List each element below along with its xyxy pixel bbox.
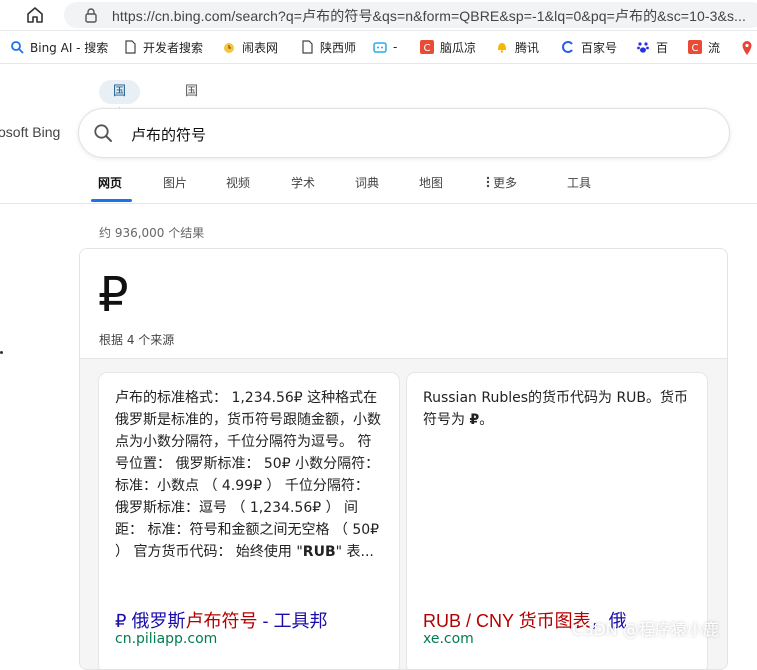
lock-icon[interactable] <box>84 7 98 23</box>
clock-icon <box>224 43 234 53</box>
watermark: CSDN @程序猿小鹿 <box>572 620 719 639</box>
bookmark-liu[interactable]: C 流 <box>688 38 720 56</box>
address-bar-area: https://cn.bing.com/search?q=卢布的符号&qs=n&… <box>0 0 757 31</box>
search-input[interactable]: 卢布的符号 <box>131 124 206 145</box>
left-edge-dot <box>0 351 3 354</box>
title-highlight: RUB / CNY 货币图表 <box>423 611 591 631</box>
source-snippet: 卢布的标准格式： 1,234.56₽ 这种格式在俄罗斯是标准的，货币符号跟随金额… <box>115 387 383 563</box>
document-icon <box>125 40 136 54</box>
baijiahao-icon <box>562 41 573 53</box>
snippet-bold: RUB <box>302 544 336 560</box>
bookmark-label: 百家号 <box>581 40 618 55</box>
bookmark-label: 脑瓜凉 <box>440 40 477 55</box>
map-pin-icon[interactable] <box>741 40 753 56</box>
tab-more[interactable]: 更多 <box>485 174 517 191</box>
tab-tools[interactable]: 工具 <box>567 174 591 191</box>
bookmark-label: 腾讯 <box>515 40 540 55</box>
source-snippet: Russian Rubles的货币代码为 RUB。货币符号为 ₽。 <box>423 387 691 431</box>
snippet-text: 卢布的标准格式： 1,234.56₽ 这种格式在俄罗斯是标准的，货币符号跟随金额… <box>115 390 381 560</box>
bookmark-baidu[interactable]: 百 <box>636 38 668 56</box>
bookmark-label: 开发者搜索 <box>143 40 204 55</box>
snippet-text: 。 <box>479 412 494 428</box>
baidu-paw-icon <box>637 42 649 53</box>
search-icon[interactable] <box>93 123 113 143</box>
url-text[interactable]: https://cn.bing.com/search?q=卢布的符号&qs=n&… <box>112 6 746 26</box>
title-prefix: ₽ 俄罗斯 <box>115 611 186 631</box>
tab-domestic[interactable]: 国内版 <box>99 80 141 147</box>
bookmark-label: Bing AI - 搜索 <box>30 40 109 55</box>
tab-more-label: 更多 <box>493 176 518 190</box>
search-nav: 网页 图片 视频 学术 词典 地图 更多 工具 <box>86 170 726 204</box>
tab-academic[interactable]: 学术 <box>291 174 315 191</box>
title-highlight: 卢布符号 <box>185 611 258 631</box>
tab-web[interactable]: 网页 <box>98 174 122 191</box>
title-suffix: - 工具邦 <box>257 611 328 631</box>
bookmark-naoguaqiang[interactable]: C 脑瓜凉 <box>420 38 476 56</box>
bookmark-baijiahao[interactable]: 百家号 <box>561 38 617 56</box>
bookmark-bilibili[interactable]: - <box>373 38 397 56</box>
active-tab-indicator <box>91 199 132 202</box>
bilibili-icon <box>373 42 387 53</box>
bookmark-label: 闹表网 <box>242 40 279 55</box>
bookmark-label: 百 <box>656 40 669 55</box>
source-card[interactable]: 卢布的标准格式： 1,234.56₽ 这种格式在俄罗斯是标准的，货币符号跟随金额… <box>99 373 399 669</box>
bookmark-tencent[interactable]: 腾讯 <box>495 38 539 56</box>
search-box[interactable]: 卢布的符号 <box>79 109 729 157</box>
answer-card: ₽ 根据 4 个来源 卢布的标准格式： 1,234.56₽ 这种格式在俄罗斯是标… <box>79 248 728 670</box>
more-dots-icon <box>486 176 490 188</box>
tab-international[interactable]: 国际版 <box>171 80 212 147</box>
document-icon <box>302 40 313 54</box>
result-count: 约 936,000 个结果 <box>99 226 205 240</box>
bookmark-dev-search[interactable]: 开发者搜索 <box>123 38 203 56</box>
ruble-symbol: ₽ <box>98 269 129 322</box>
source-title-link[interactable]: ₽ 俄罗斯卢布符号 - 工具邦 <box>115 607 327 633</box>
bookmark-label: 流 <box>708 40 721 55</box>
tab-maps[interactable]: 地图 <box>419 174 443 191</box>
bookmark-label: - <box>393 40 398 54</box>
bell-icon <box>498 43 506 53</box>
c-icon: C <box>420 40 434 54</box>
home-icon[interactable] <box>25 5 45 25</box>
tab-images[interactable]: 图片 <box>163 174 187 191</box>
nav-divider <box>0 203 757 204</box>
bing-search-icon <box>11 41 24 54</box>
snippet-text: Russian Rubles的货币代码为 RUB。货币符号为 <box>423 390 689 428</box>
bookmark-shaanxi[interactable]: 陕西师 <box>300 38 356 56</box>
svg-text:C: C <box>424 43 431 54</box>
svg-text:C: C <box>692 43 699 54</box>
bookmarks-bar: Bing AI - 搜索 开发者搜索 闹表网 陕西师 - C 脑瓜凉 腾讯 百家… <box>0 31 757 64</box>
tab-dictionary[interactable]: 词典 <box>355 174 379 191</box>
snippet-text: " 表... <box>335 544 374 560</box>
address-bar[interactable]: https://cn.bing.com/search?q=卢布的符号&qs=n&… <box>64 2 757 28</box>
sources-label[interactable]: 根据 4 个来源 <box>99 331 174 348</box>
bookmark-naobiao[interactable]: 闹表网 <box>222 38 278 56</box>
bookmark-label: 陕西师 <box>320 40 357 55</box>
tab-videos[interactable]: 视频 <box>226 174 250 191</box>
snippet-bold: ₽ <box>469 412 480 428</box>
bookmark-bing-ai[interactable]: Bing AI - 搜索 <box>10 38 108 56</box>
bing-logo-text[interactable]: osoft Bing <box>0 124 60 140</box>
answer-header: ₽ 根据 4 个来源 <box>80 249 727 359</box>
c-icon: C <box>688 40 702 54</box>
